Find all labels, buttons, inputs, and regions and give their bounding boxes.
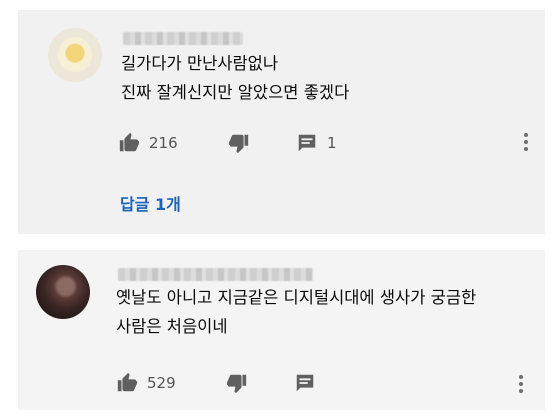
like-button[interactable]: 529 [116,372,176,394]
comment-card: 옛날도 아니고 지금같은 디지털시대에 생사가 궁금한 사람은 처음이네 529 [18,250,545,410]
avatar[interactable] [48,28,102,82]
author-name-blurred[interactable] [123,32,243,45]
dislike-button[interactable] [228,132,250,154]
more-vert-icon[interactable] [518,375,524,397]
reply-button[interactable] [294,372,316,394]
comment-icon [296,132,318,154]
thumbs-down-icon [226,372,248,394]
comment-text: 길가다가 만난사람없나 진짜 잘계신지만 알았으면 좋겠다 [121,49,349,107]
like-count: 216 [149,134,178,152]
reply-count: 1 [327,134,337,152]
comment-text-line: 사람은 처음이네 [116,317,228,336]
comment-icon [294,372,316,394]
comment-text-line: 옛날도 아니고 지금같은 디지털시대에 생사가 궁금한 [116,288,477,307]
comment-text-line: 길가다가 만난사람없나 [121,54,279,73]
comment-card: 길가다가 만난사람없나 진짜 잘계신지만 알았으면 좋겠다 216 1 답글 1… [18,10,545,234]
author-name-blurred[interactable] [118,268,313,281]
like-button[interactable]: 216 [118,132,178,154]
more-vert-icon[interactable] [523,133,529,155]
view-replies-link[interactable]: 답글 1개 [120,191,181,215]
comment-text: 옛날도 아니고 지금같은 디지털시대에 생사가 궁금한 사람은 처음이네 [116,283,476,341]
thumbs-up-icon [118,132,140,154]
like-count: 529 [147,374,176,392]
reply-button[interactable]: 1 [296,132,337,154]
avatar[interactable] [36,265,90,319]
dislike-button[interactable] [226,372,248,394]
thumbs-up-icon [116,372,138,394]
comment-text-line: 진짜 잘계신지만 알았으면 좋겠다 [121,83,350,102]
thumbs-down-icon [228,132,250,154]
